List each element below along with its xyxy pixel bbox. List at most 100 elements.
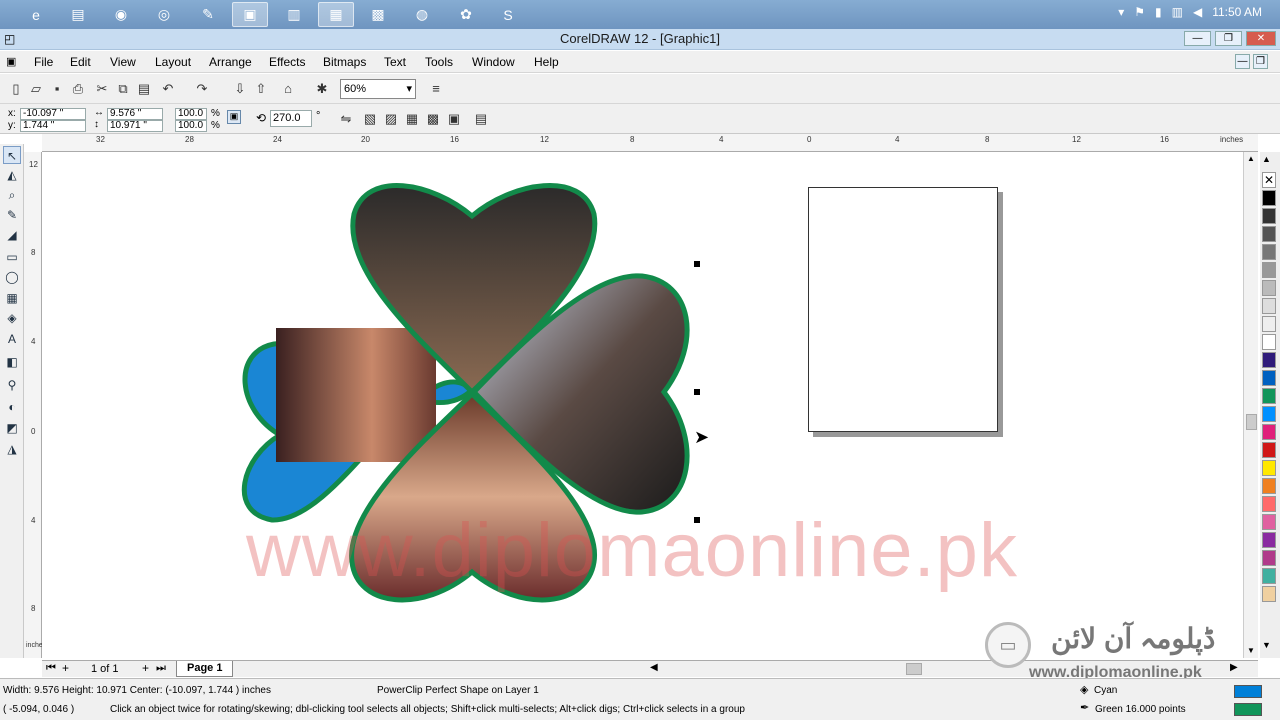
combine-icon[interactable]: ▣ bbox=[446, 111, 462, 127]
add-page-after-icon[interactable]: + bbox=[142, 661, 149, 675]
zoom-tool-icon[interactable]: ⌕ bbox=[3, 186, 21, 204]
signal-icon[interactable]: ▥ bbox=[1172, 5, 1183, 19]
corel-online-icon[interactable]: ✱ bbox=[314, 81, 330, 97]
swatch-gray50[interactable] bbox=[1262, 244, 1276, 260]
cut-icon[interactable]: ✂ bbox=[94, 81, 110, 97]
fill-color-swatch[interactable] bbox=[1234, 685, 1262, 698]
undo-icon[interactable]: ↶ bbox=[160, 81, 176, 97]
interactive-fill-icon[interactable]: ◮ bbox=[3, 440, 21, 458]
swatch-magenta[interactable] bbox=[1262, 424, 1276, 440]
swatch-pink[interactable] bbox=[1262, 496, 1276, 512]
selection-handle[interactable] bbox=[694, 389, 700, 395]
eyedropper-icon[interactable]: ⚲ bbox=[3, 376, 21, 394]
network-tray-icon[interactable]: ▮ bbox=[1155, 5, 1162, 19]
close-button[interactable]: ✕ bbox=[1246, 31, 1276, 46]
export-icon[interactable]: ⇧ bbox=[253, 81, 269, 97]
mirror-icon[interactable]: ⇋ bbox=[338, 111, 354, 127]
align-icon[interactable]: ▧ bbox=[362, 111, 378, 127]
outline-color-swatch[interactable] bbox=[1234, 703, 1262, 716]
paint-icon[interactable]: ✿ bbox=[448, 2, 484, 27]
excel-icon[interactable]: ▦ bbox=[318, 2, 354, 27]
group-icon[interactable]: ▦ bbox=[404, 111, 420, 127]
menu-window[interactable]: Window bbox=[472, 55, 515, 69]
scroll-up-icon[interactable]: ▲ bbox=[1247, 154, 1255, 163]
minimize-button[interactable]: — bbox=[1184, 31, 1211, 46]
menu-help[interactable]: Help bbox=[534, 55, 559, 69]
volume-icon[interactable]: ◀ bbox=[1193, 5, 1202, 19]
swatch-gray5[interactable] bbox=[1262, 316, 1276, 332]
doc-restore-button[interactable]: ❐ bbox=[1253, 54, 1268, 69]
network-icon[interactable]: ◍ bbox=[404, 2, 440, 27]
maximize-button[interactable]: ❐ bbox=[1215, 31, 1242, 46]
scale-y-field[interactable]: 100.0 bbox=[175, 120, 207, 132]
horizontal-ruler[interactable]: 32 28 24 20 16 12 8 4 0 4 8 12 16 inches bbox=[42, 134, 1258, 152]
new-icon[interactable]: ▯ bbox=[8, 81, 24, 97]
text-tool-icon[interactable]: A bbox=[3, 330, 21, 348]
outline-tool-icon[interactable]: ◐ bbox=[3, 398, 21, 416]
redo-icon[interactable]: ↷ bbox=[194, 81, 210, 97]
swatch-gray10[interactable] bbox=[1262, 298, 1276, 314]
doc-minimize-button[interactable]: — bbox=[1235, 54, 1250, 69]
firefox-icon[interactable]: ◉ bbox=[103, 2, 139, 27]
swatch-blue[interactable] bbox=[1262, 370, 1276, 386]
graph-paper-icon[interactable]: ▦ bbox=[3, 289, 21, 307]
ellipse-tool-icon[interactable]: ◯ bbox=[3, 268, 21, 286]
menu-layout[interactable]: Layout bbox=[155, 55, 191, 69]
swatch-teal[interactable] bbox=[1262, 568, 1276, 584]
tab-page-1[interactable]: Page 1 bbox=[176, 661, 234, 677]
shape-tool-icon[interactable]: ◭ bbox=[3, 166, 21, 184]
swatch-black[interactable] bbox=[1262, 190, 1276, 206]
save-icon[interactable]: ▪ bbox=[49, 81, 65, 97]
smart-fill-icon[interactable]: ◢ bbox=[3, 226, 21, 244]
swatch-cyan[interactable] bbox=[1262, 406, 1276, 422]
zoom-select[interactable]: 60% ▾ bbox=[340, 79, 416, 99]
menu-bitmaps[interactable]: Bitmaps bbox=[323, 55, 366, 69]
vertical-scrollbar[interactable]: ▲ ▼ bbox=[1243, 152, 1258, 658]
swatch-navy[interactable] bbox=[1262, 352, 1276, 368]
wrap-text-icon[interactable]: ▤ bbox=[473, 111, 489, 127]
hscroll-thumb[interactable] bbox=[906, 663, 922, 675]
paste-icon[interactable]: ▤ bbox=[136, 81, 152, 97]
x-field[interactable]: -10.097 " bbox=[20, 108, 86, 120]
swatch-gray30[interactable] bbox=[1262, 280, 1276, 296]
clock[interactable]: 11:50 AM bbox=[1212, 5, 1262, 19]
drawing-canvas[interactable]: www.diplomaonline.pk ➤ bbox=[42, 152, 1258, 658]
tray-arrow-icon[interactable]: ▾ bbox=[1118, 5, 1124, 19]
swatch-red[interactable] bbox=[1262, 442, 1276, 458]
ie-icon[interactable]: e bbox=[18, 2, 54, 27]
selection-handle[interactable] bbox=[694, 517, 700, 523]
no-color-swatch[interactable]: ✕ bbox=[1262, 172, 1276, 188]
swatch-sand[interactable] bbox=[1262, 586, 1276, 602]
swatch-gray70[interactable] bbox=[1262, 226, 1276, 242]
scroll-thumb[interactable] bbox=[1246, 414, 1257, 430]
swatch-violet[interactable] bbox=[1262, 550, 1276, 566]
swatch-yellow[interactable] bbox=[1262, 460, 1276, 476]
basic-shapes-icon[interactable]: ◈ bbox=[3, 309, 21, 327]
scroll-right-icon[interactable]: ▶ bbox=[1230, 662, 1238, 673]
last-page-icon[interactable]: ⏭ bbox=[156, 662, 166, 675]
scroll-down-icon[interactable]: ▼ bbox=[1247, 646, 1255, 655]
options-icon[interactable]: ≡ bbox=[428, 81, 444, 97]
swatch-orange[interactable] bbox=[1262, 478, 1276, 494]
print-icon[interactable]: ⎙ bbox=[70, 81, 86, 97]
folder-icon[interactable]: ▤ bbox=[60, 2, 96, 27]
add-page-before-icon[interactable]: + bbox=[62, 661, 69, 675]
swatch-white[interactable] bbox=[1262, 334, 1276, 350]
swatch-gray90[interactable] bbox=[1262, 208, 1276, 224]
import-icon[interactable]: ⇩ bbox=[232, 81, 248, 97]
menu-text[interactable]: Text bbox=[384, 55, 406, 69]
first-page-icon[interactable]: ⏮ bbox=[46, 662, 56, 675]
swatch-rose[interactable] bbox=[1262, 514, 1276, 530]
coreldraw-doc-icon[interactable]: ▣ bbox=[232, 2, 268, 27]
menu-tools[interactable]: Tools bbox=[425, 55, 453, 69]
swatch-gray40[interactable] bbox=[1262, 262, 1276, 278]
coreldraw-icon[interactable]: ✎ bbox=[190, 2, 226, 27]
menu-view[interactable]: View bbox=[110, 55, 136, 69]
y-field[interactable]: 1.744 " bbox=[20, 120, 86, 132]
freehand-tool-icon[interactable]: ✎ bbox=[3, 206, 21, 224]
lock-ratio-icon[interactable]: ▣ bbox=[227, 110, 241, 124]
scale-x-field[interactable]: 100.0 bbox=[175, 108, 207, 120]
copy-icon[interactable]: ⧉ bbox=[115, 81, 131, 97]
grid-icon[interactable]: ▩ bbox=[360, 2, 396, 27]
ungroup-icon[interactable]: ▩ bbox=[425, 111, 441, 127]
